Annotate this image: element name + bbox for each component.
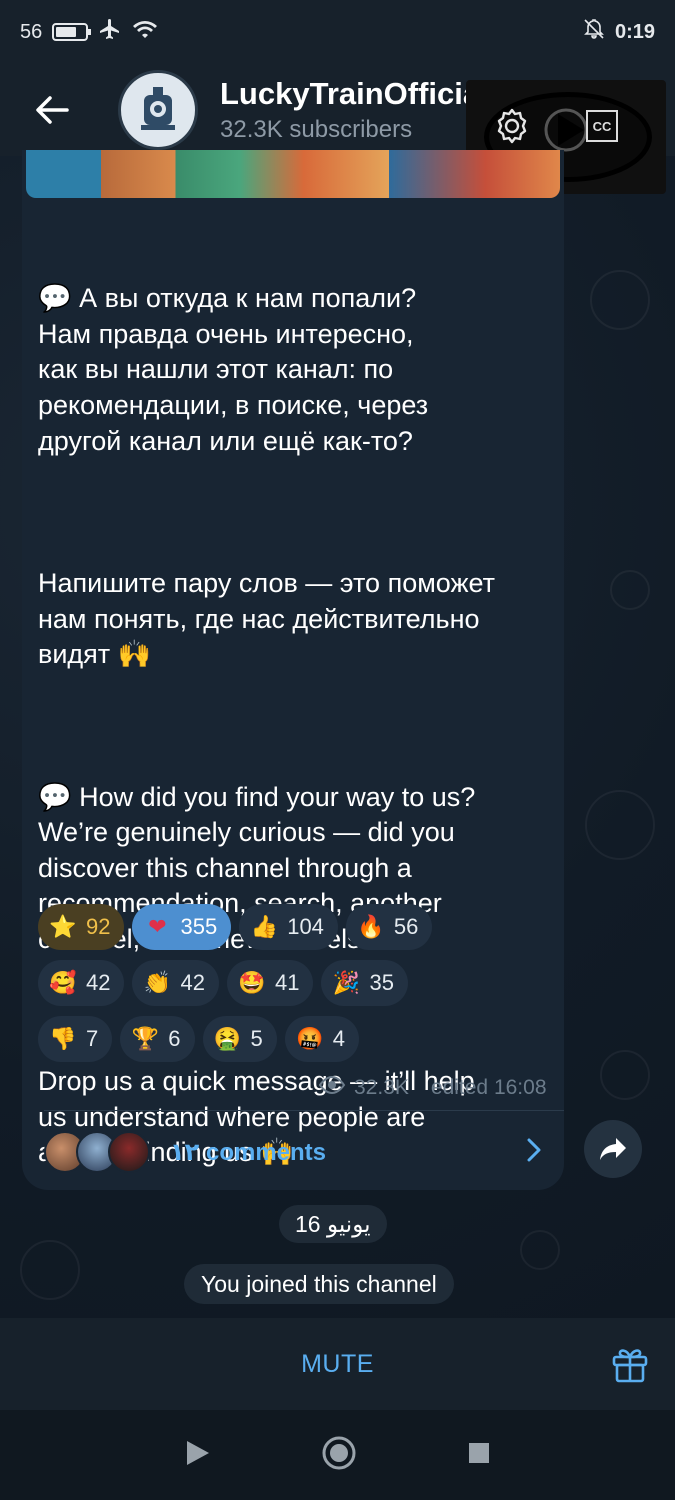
paragraph-ru-2: Напишите пару слов — это поможет нам пон… — [38, 567, 496, 670]
reaction-count: 41 — [274, 970, 300, 995]
date-separator: 16 يونيو — [279, 1205, 387, 1243]
smiling-hearts-icon: 🥰 — [49, 970, 77, 996]
reaction-count: 7 — [86, 1026, 99, 1051]
reaction-heart[interactable]: ❤ 355 — [132, 904, 232, 950]
party-popper-icon: 🎉 — [332, 970, 361, 996]
reactions-panel: ⭐ 92 ❤ 355 👍 104 🔥 56 🥰 42 👏 42 🤩 41 🎉 35 👎 7 🏆 6 … — [38, 904, 558, 1072]
reaction-thumbs-down[interactable]: 👎 7 — [38, 1016, 113, 1062]
back-button[interactable] — [22, 80, 82, 140]
mute-button[interactable]: MUTE — [301, 1350, 374, 1379]
system-nav-bar — [0, 1410, 675, 1500]
reaction-party[interactable]: 🎉 35 — [321, 960, 408, 1006]
signal-strength: 56 — [20, 20, 43, 43]
reaction-count: 104 — [287, 914, 324, 939]
heart-icon: ❤ — [148, 914, 167, 940]
reaction-count: 6 — [168, 1026, 181, 1051]
reaction-vomit[interactable]: 🤮 5 — [202, 1016, 277, 1062]
reaction-trophy[interactable]: 🏆 6 — [120, 1016, 195, 1062]
reaction-count: 92 — [86, 914, 111, 939]
wifi-icon — [132, 18, 158, 46]
reaction-count: 56 — [393, 914, 419, 939]
swearing-face-icon: 🤬 — [296, 1026, 324, 1052]
eye-icon — [318, 1075, 346, 1100]
comments-divider — [44, 1110, 564, 1111]
gift-icon[interactable] — [611, 1344, 649, 1389]
commenter-avatars — [44, 1131, 150, 1173]
reaction-count: 5 — [250, 1026, 263, 1051]
star-struck-icon: 🤩 — [238, 970, 266, 996]
reaction-swearing[interactable]: 🤬 4 — [284, 1016, 359, 1062]
share-arrow-icon — [600, 1138, 626, 1160]
reaction-count: 4 — [332, 1026, 345, 1051]
clock-time: 0:19 — [614, 20, 655, 43]
closed-captions-button[interactable]: CC — [586, 110, 618, 142]
fire-icon: 🔥 — [357, 914, 385, 940]
vomiting-face-icon: 🤮 — [213, 1026, 242, 1052]
reaction-clap[interactable]: 👏 42 — [132, 960, 219, 1006]
trophy-icon: 🏆 — [131, 1026, 159, 1052]
service-message: You joined this channel — [184, 1264, 454, 1304]
avatar — [108, 1131, 150, 1173]
settings-gear-icon[interactable] — [492, 106, 532, 151]
share-button[interactable] — [584, 1120, 642, 1178]
reaction-star-struck[interactable]: 🤩 41 — [226, 960, 314, 1006]
bottom-action-bar: MUTE — [0, 1318, 675, 1410]
back-arrow-icon — [36, 96, 69, 124]
paragraph-ru-1: 💬 А вы откуда к нам попали? Нам правда о… — [38, 283, 429, 456]
reaction-smiling-hearts[interactable]: 🥰 42 — [38, 960, 125, 1006]
comments-link[interactable]: ١٢ comments — [44, 1124, 554, 1180]
thumbs-down-icon: 👎 — [49, 1026, 77, 1052]
channel-avatar[interactable] — [118, 70, 198, 150]
airplane-mode-icon — [98, 17, 122, 47]
train-logo-icon — [129, 81, 187, 139]
reaction-star[interactable]: ⭐ 92 — [38, 904, 125, 950]
channel-name[interactable]: LuckyTrainOfficial — [220, 76, 489, 112]
star-icon: ⭐ — [49, 914, 77, 940]
post-image[interactable] — [26, 150, 560, 198]
battery-icon — [52, 23, 92, 41]
chevron-right-icon — [526, 1137, 542, 1168]
nav-recents-icon[interactable] — [467, 1441, 491, 1470]
clap-icon: 👏 — [143, 970, 172, 996]
nav-back-icon[interactable] — [185, 1439, 211, 1472]
nav-home-icon[interactable] — [321, 1435, 357, 1476]
reaction-count: 355 — [180, 914, 218, 939]
message-meta: 32.3K edited 16:08 — [318, 1075, 547, 1100]
edited-time: edited 16:08 — [430, 1076, 547, 1099]
notifications-off-icon — [583, 18, 605, 46]
reaction-count: 42 — [180, 970, 205, 995]
subscriber-count: 32.3K subscribers — [220, 116, 413, 143]
reaction-count: 42 — [86, 970, 111, 995]
status-bar: 56 0:19 — [0, 0, 675, 64]
comments-count: ١٢ comments — [170, 1138, 326, 1166]
view-count: 32.3K — [354, 1076, 409, 1099]
reaction-count: 35 — [369, 970, 394, 995]
thumbs-up-icon: 👍 — [250, 914, 278, 940]
reaction-thumbs-up[interactable]: 👍 104 — [239, 904, 338, 950]
reaction-fire[interactable]: 🔥 56 — [345, 904, 433, 950]
